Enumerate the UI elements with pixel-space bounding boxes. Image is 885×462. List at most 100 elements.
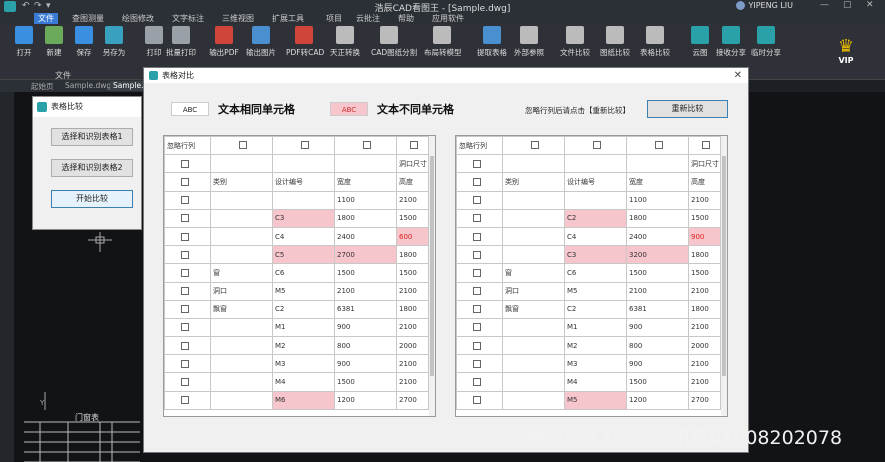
ignore-row-checkbox[interactable] bbox=[164, 390, 211, 410]
checkbox-icon[interactable] bbox=[181, 341, 189, 350]
select-table1-button[interactable]: 选择和识别表格1 bbox=[51, 128, 133, 146]
checkbox-icon[interactable] bbox=[701, 140, 710, 149]
checkbox-icon[interactable] bbox=[473, 232, 481, 241]
checkbox-icon[interactable] bbox=[181, 250, 189, 259]
checkbox-icon[interactable] bbox=[473, 323, 481, 332]
recompare-button[interactable]: 重新比较 bbox=[647, 100, 728, 118]
ribbon-button-19[interactable]: 临时分享 bbox=[748, 26, 784, 58]
ignore-row-checkbox[interactable] bbox=[456, 263, 503, 283]
checkbox-icon[interactable] bbox=[181, 323, 189, 332]
minimize-button[interactable]: — bbox=[820, 0, 829, 10]
ignore-row-checkbox[interactable] bbox=[164, 317, 211, 338]
user-account[interactable]: YIPENG LIU bbox=[736, 1, 793, 10]
vip-badge[interactable]: ♛ VIP bbox=[832, 38, 860, 76]
ignore-row-checkbox[interactable] bbox=[456, 226, 503, 247]
checkbox-icon[interactable] bbox=[473, 159, 481, 168]
ignore-row-checkbox[interactable] bbox=[456, 299, 503, 319]
ribbon-button-16[interactable]: 表格比较 bbox=[637, 26, 673, 58]
start-compare-button[interactable]: 开始比较 bbox=[51, 190, 133, 208]
right-scrollbar[interactable] bbox=[721, 136, 727, 416]
ignore-column-checkbox[interactable] bbox=[396, 136, 429, 156]
ignore-row-checkbox[interactable] bbox=[164, 263, 211, 283]
checkbox-icon[interactable] bbox=[181, 196, 189, 205]
menu-text-dim[interactable]: 文字标注 bbox=[172, 13, 204, 24]
ignore-row-checkbox[interactable] bbox=[456, 281, 503, 301]
ignore-row-checkbox[interactable] bbox=[456, 336, 503, 356]
ribbon-button-12[interactable]: 提取表格 bbox=[474, 26, 510, 58]
ignore-column-checkbox[interactable] bbox=[564, 136, 627, 156]
ribbon-button-8[interactable]: PDF转CAD bbox=[286, 26, 324, 58]
ignore-row-checkbox[interactable] bbox=[164, 372, 211, 392]
checkbox-icon[interactable] bbox=[592, 140, 601, 149]
ribbon-button-10[interactable]: CAD图纸分割 bbox=[371, 26, 417, 58]
ignore-row-checkbox[interactable] bbox=[164, 172, 211, 192]
checkbox-icon[interactable] bbox=[181, 268, 189, 277]
menu-ext-tools[interactable]: 扩展工具 bbox=[272, 13, 304, 24]
checkbox-icon[interactable] bbox=[181, 159, 189, 168]
maximize-button[interactable]: ▢ bbox=[843, 0, 852, 10]
ribbon-button-18[interactable]: 接收分享 bbox=[713, 26, 749, 58]
checkbox-icon[interactable] bbox=[473, 287, 481, 296]
checkbox-icon[interactable] bbox=[181, 177, 189, 186]
ignore-row-checkbox[interactable] bbox=[456, 372, 503, 392]
ignore-row-checkbox[interactable] bbox=[456, 190, 503, 210]
ribbon-button-5[interactable]: 批量打印 bbox=[163, 26, 199, 58]
checkbox-icon[interactable] bbox=[530, 140, 539, 149]
checkbox-icon[interactable] bbox=[181, 396, 189, 405]
ignore-row-checkbox[interactable] bbox=[164, 245, 211, 265]
menu-measure[interactable]: 查图测量 bbox=[72, 13, 104, 24]
ignore-row-checkbox[interactable] bbox=[164, 190, 211, 210]
ribbon-button-11[interactable]: 布局转模型 bbox=[424, 26, 462, 58]
checkbox-icon[interactable] bbox=[473, 378, 481, 387]
checkbox-icon[interactable] bbox=[181, 359, 189, 368]
ignore-row-checkbox[interactable] bbox=[456, 208, 503, 228]
checkbox-icon[interactable] bbox=[473, 268, 481, 277]
checkbox-icon[interactable] bbox=[181, 214, 189, 223]
checkbox-icon[interactable] bbox=[181, 305, 189, 314]
ignore-column-checkbox[interactable] bbox=[272, 136, 335, 156]
tab-start-page[interactable]: 起始页 bbox=[28, 81, 57, 91]
scrollbar-thumb[interactable] bbox=[722, 156, 726, 376]
left-scrollbar[interactable] bbox=[429, 136, 435, 416]
checkbox-icon[interactable] bbox=[473, 250, 481, 259]
checkbox-icon[interactable] bbox=[473, 341, 481, 350]
ignore-column-checkbox[interactable] bbox=[210, 136, 273, 156]
ribbon-button-13[interactable]: 外部参照 bbox=[511, 26, 547, 58]
ignore-row-checkbox[interactable] bbox=[456, 354, 503, 374]
ignore-row-checkbox[interactable] bbox=[164, 154, 211, 174]
checkbox-icon[interactable] bbox=[238, 140, 247, 149]
ribbon-button-9[interactable]: 天正转换 bbox=[327, 26, 363, 58]
checkbox-icon[interactable] bbox=[473, 214, 481, 223]
ignore-column-checkbox[interactable] bbox=[334, 136, 397, 156]
ignore-row-checkbox[interactable] bbox=[164, 226, 211, 247]
left-table-grid[interactable]: 忽略行列 洞口尺寸 类别 设计编号 宽度 高度 1100 2100 C3 1800 1500 C4 24… bbox=[163, 135, 436, 417]
ignore-column-checkbox[interactable] bbox=[502, 136, 565, 156]
checkbox-icon[interactable] bbox=[473, 396, 481, 405]
checkbox-icon[interactable] bbox=[473, 177, 481, 186]
menu-draw-edit[interactable]: 绘图修改 bbox=[122, 13, 154, 24]
tab-sample-dwg[interactable]: Sample.dwg bbox=[62, 81, 114, 91]
checkbox-icon[interactable] bbox=[181, 287, 189, 296]
checkbox-icon[interactable] bbox=[409, 140, 418, 149]
checkbox-icon[interactable] bbox=[362, 140, 371, 149]
checkbox-icon[interactable] bbox=[181, 378, 189, 387]
menu-help[interactable]: 帮助 bbox=[398, 13, 414, 24]
close-icon[interactable]: ✕ bbox=[734, 68, 742, 83]
ribbon-button-7[interactable]: 输出图片 bbox=[243, 26, 279, 58]
right-table-grid[interactable]: 忽略行列 洞口尺寸 类别 设计编号 宽度 高度 1100 2100 C2 1800 1500 C4 24… bbox=[455, 135, 728, 417]
ignore-column-checkbox[interactable] bbox=[626, 136, 689, 156]
menu-file[interactable]: 文件 bbox=[34, 13, 58, 24]
menu-project[interactable]: 项目 bbox=[326, 13, 342, 24]
ignore-row-checkbox[interactable] bbox=[164, 281, 211, 301]
ignore-row-checkbox[interactable] bbox=[456, 245, 503, 265]
ignore-row-checkbox[interactable] bbox=[456, 317, 503, 338]
ignore-row-checkbox[interactable] bbox=[164, 336, 211, 356]
ribbon-button-14[interactable]: 文件比较 bbox=[557, 26, 593, 58]
ignore-row-checkbox[interactable] bbox=[164, 354, 211, 374]
menu-apps[interactable]: 应用软件 bbox=[432, 13, 464, 24]
ignore-row-checkbox[interactable] bbox=[456, 154, 503, 174]
checkbox-icon[interactable] bbox=[181, 232, 189, 241]
checkbox-icon[interactable] bbox=[473, 359, 481, 368]
ignore-row-checkbox[interactable] bbox=[456, 172, 503, 192]
scrollbar-thumb[interactable] bbox=[430, 156, 434, 376]
